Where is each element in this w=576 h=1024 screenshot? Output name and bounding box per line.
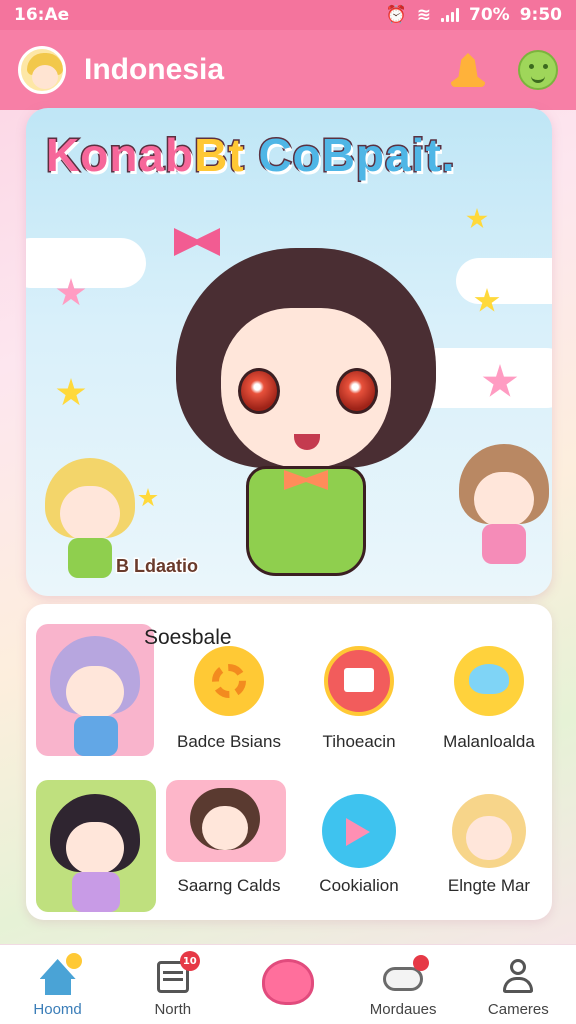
grid-item-label: Cookialion [319, 876, 399, 895]
star-icon [138, 488, 158, 507]
character-face [474, 472, 534, 527]
character-eye [238, 368, 280, 414]
cloud-decoration [456, 258, 552, 304]
grid-item-label: Tihoeacin [322, 732, 396, 751]
grid-item-cookialion[interactable]: Cookialion [296, 780, 422, 910]
cloud-decoration [26, 238, 146, 288]
notification-badge: 10 [179, 951, 200, 971]
hero-caption: B Ldaatio [114, 555, 199, 578]
main-character-illustration [166, 228, 446, 588]
profile-icon [498, 959, 538, 995]
cat-character-illustration [454, 444, 552, 564]
grid-item-badce-bsians[interactable]: Badce Bsians [166, 640, 292, 766]
mood-button[interactable] [518, 50, 558, 90]
hero-banner[interactable]: KonabBt CoBpait. B Ldaatio [26, 108, 552, 596]
character-icon [166, 780, 286, 862]
hero-title-part: Bt [193, 128, 246, 183]
nav-item-favorite[interactable] [233, 945, 343, 1024]
nav-item-home[interactable]: Hoomd [3, 945, 113, 1024]
character-dress [74, 716, 118, 756]
nav-item-cameres[interactable]: Cameres [463, 945, 573, 1024]
grid-item-label: Badce Bsians [177, 732, 281, 751]
cat-character-icon [452, 794, 526, 868]
grid-item-elngte-mar[interactable]: Elngte Mar [426, 780, 552, 910]
character-eye [336, 368, 378, 414]
hero-title: KonabBt CoBpait. [44, 128, 456, 183]
picture-icon [324, 646, 394, 716]
nav-label: North [154, 1001, 192, 1018]
star-icon [466, 208, 488, 229]
nav-label: Cameres [487, 1001, 549, 1018]
grid-item-label: Elngte Mar [447, 876, 531, 895]
cloud-chat-icon [383, 955, 430, 995]
gear-icon [194, 646, 264, 716]
nav-label: Mordaues [369, 1001, 437, 1018]
grid-item-label: Saarng Calds [177, 876, 281, 895]
nav-label: Hoomd [33, 1001, 82, 1018]
nav-item-north[interactable]: 10 North [118, 945, 228, 1024]
notification-button[interactable] [448, 50, 488, 90]
character-dress [72, 872, 120, 912]
character-dress [68, 538, 112, 578]
status-right: ⏰ ≋ 70% 9:50 [386, 5, 562, 25]
app-header: Indonesia [0, 30, 576, 110]
avatar[interactable] [18, 46, 66, 94]
grid-item-saarng-calds[interactable]: Saarng Calds [166, 780, 292, 910]
hero-title-part: CoBpait. [257, 128, 456, 183]
play-icon [322, 794, 396, 868]
character-dress [482, 524, 526, 564]
nav-item-mordaues[interactable]: Mordaues [348, 945, 458, 1024]
signal-icon [441, 8, 459, 22]
bottom-nav: Hoomd 10 North Mordaues Cameres [0, 944, 576, 1024]
bell-icon [451, 53, 485, 87]
home-icon [38, 953, 82, 995]
grid-item-character-green[interactable] [36, 780, 156, 912]
wifi-icon: ≋ [416, 5, 431, 25]
status-bar: 16:Ae ⏰ ≋ 70% 9:50 [0, 0, 576, 30]
hero-title-part: Konab [44, 128, 195, 183]
character-face [66, 822, 124, 874]
chat-heart-icon [454, 646, 524, 716]
character-face [66, 666, 124, 718]
grid-item-label: Malanloalda [443, 732, 535, 751]
page-title: Indonesia [84, 53, 225, 86]
battery-level: 70% [469, 5, 510, 25]
hair-ribbon [174, 228, 220, 256]
star-icon [56, 378, 86, 406]
grid-item-malanloalda[interactable]: Malanloalda [426, 640, 552, 766]
alarm-icon: ⏰ [385, 5, 407, 25]
status-clock: 9:50 [519, 5, 562, 25]
character-dress [246, 466, 366, 576]
featured-character-tile[interactable] [36, 624, 154, 756]
grid-item-tihoeacin[interactable]: Tihoeacin [296, 640, 422, 766]
character-face [60, 486, 120, 541]
smiley-icon [518, 50, 558, 90]
heart-icon [261, 959, 314, 1005]
status-time: 16:Ae [14, 5, 70, 25]
